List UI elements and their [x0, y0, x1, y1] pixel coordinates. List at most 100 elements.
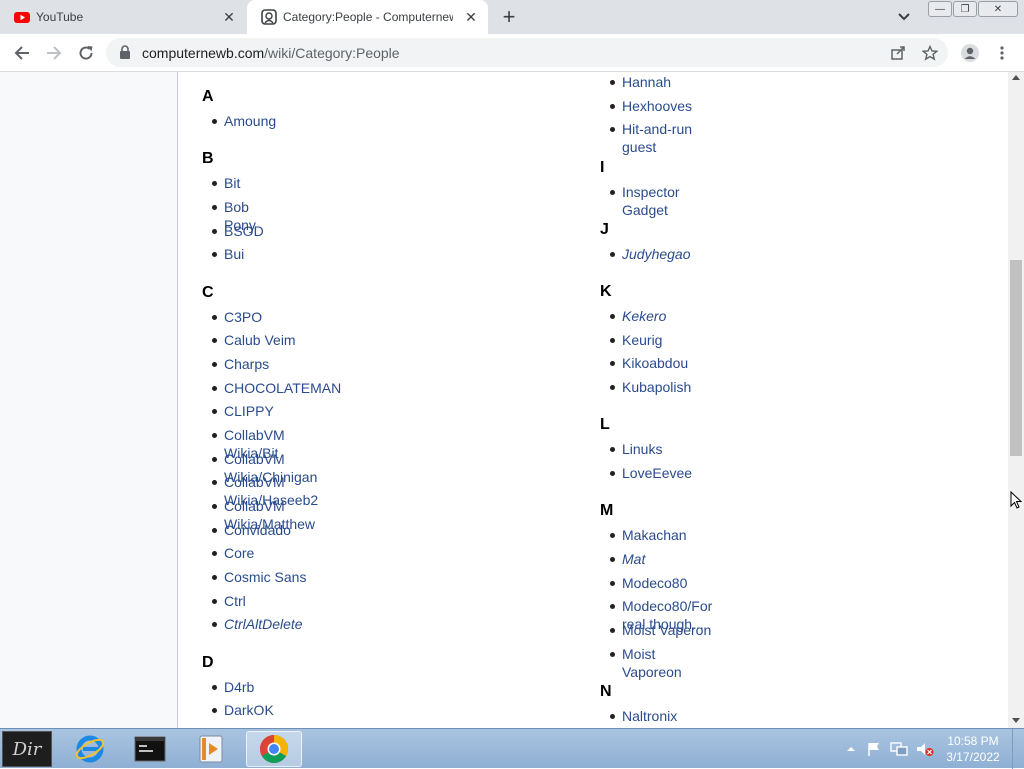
tab-close-icon[interactable]: ✕ [220, 8, 238, 26]
category-member-link[interactable]: Modeco80 [622, 575, 687, 591]
taskbar-media-player[interactable] [183, 731, 239, 767]
scroll-down-arrow-icon[interactable] [1012, 718, 1020, 723]
category-member-link[interactable]: Hit-and-run guest [622, 121, 692, 155]
youtube-icon [14, 12, 30, 23]
category-member-link[interactable]: CtrlAltDelete [224, 616, 303, 632]
new-tab-button[interactable]: + [497, 4, 521, 29]
category-member-link[interactable]: Kikoabdou [622, 355, 688, 371]
category-member-link[interactable]: DarkOK [224, 702, 274, 718]
back-button[interactable] [10, 41, 34, 65]
start-button[interactable]: Dir [2, 731, 52, 767]
restore-icon: ❐ [960, 3, 970, 15]
close-window-button[interactable]: ✕ [978, 1, 1018, 17]
category-letter-heading: D [202, 653, 214, 671]
category-member-link[interactable]: BSOD [224, 223, 264, 239]
category-member-link[interactable]: Hexhooves [622, 98, 692, 114]
category-member-link[interactable]: Judyhegao [622, 246, 691, 262]
forward-button[interactable] [42, 41, 66, 65]
category-member-link[interactable]: Bit [224, 175, 240, 191]
category-member-link[interactable]: Mat [622, 551, 645, 567]
minimize-icon: — [935, 3, 945, 15]
category-member-link[interactable]: Convidado [224, 522, 291, 538]
category-letter-heading: I [600, 158, 605, 176]
chrome-icon [260, 735, 288, 763]
menu-button[interactable] [990, 41, 1014, 65]
show-hidden-icons-icon[interactable] [846, 744, 856, 754]
taskbar-internet-explorer[interactable] [62, 731, 118, 767]
category-member-link[interactable]: Charps [224, 356, 269, 372]
lock-icon[interactable] [118, 45, 132, 60]
category-member-link[interactable]: Kubapolish [622, 379, 691, 395]
taskbar-terminal[interactable] [122, 731, 178, 767]
list-item: CHOCOLATEMAN [202, 379, 341, 403]
category-member-link[interactable]: Cosmic Sans [224, 569, 306, 585]
list-item: BSOD [202, 222, 264, 246]
computernewb-icon [261, 9, 277, 25]
reload-button[interactable] [74, 41, 98, 65]
list-item: CollabVM Wikia/Chinigan [202, 450, 341, 485]
category-member-link[interactable]: Calub Veim [224, 332, 296, 348]
category-list: Linuks LoveEevee [600, 440, 692, 487]
category-member-link[interactable]: D4rb [224, 679, 254, 695]
category-member-link[interactable]: CHOCOLATEMAN [224, 380, 341, 396]
tab-strip: YouTube ✕ Category:People - Computernewb… [0, 0, 1024, 34]
scroll-thumb[interactable] [1010, 260, 1022, 456]
list-item: CLIPPY [202, 402, 341, 426]
category-list: C3PO Calub Veim Charps CHOCOLATEMAN CLIPPY Co… [202, 308, 341, 640]
category-list: Judyhegao [600, 245, 691, 269]
taskbar-chrome[interactable] [246, 731, 302, 767]
category-member-link[interactable]: Makachan [622, 527, 687, 543]
tab-youtube[interactable]: YouTube ✕ [0, 0, 246, 34]
category-group: K Kekero Keurig Kikoabdou Kubapolish [600, 282, 691, 402]
category-member-link[interactable]: Hannah [622, 74, 671, 90]
address-bar[interactable]: computernewb.com/wiki/Category:People [106, 38, 948, 67]
kebab-menu-icon [1000, 46, 1004, 60]
list-item: LoveEevee [600, 464, 692, 488]
tab-category-people[interactable]: Category:People - Computernewb ✕ [247, 0, 488, 34]
list-item: Linuks [600, 440, 692, 464]
tab-title: Category:People - Computernewb [283, 10, 453, 24]
category-list: Hannah Hexhooves Hit-and-run guest [600, 73, 692, 155]
list-item: Charps [202, 355, 341, 379]
tab-close-icon[interactable]: ✕ [462, 8, 480, 26]
category-member-link[interactable]: LoveEevee [622, 465, 692, 481]
category-member-link[interactable]: Core [224, 545, 254, 561]
category-member-link[interactable]: Moist Vaperon [622, 622, 711, 638]
page-scrollbar[interactable] [1008, 72, 1024, 728]
restore-button[interactable]: ❐ [953, 1, 977, 17]
action-center-flag-icon[interactable] [866, 741, 882, 757]
profile-button[interactable] [958, 41, 982, 65]
category-member-link[interactable]: Linuks [622, 441, 662, 457]
category-letter-heading: A [202, 88, 214, 105]
network-icon[interactable] [890, 741, 908, 757]
chevron-down-icon[interactable] [894, 8, 914, 26]
avatar-icon [961, 44, 979, 62]
category-member-link[interactable]: Keurig [622, 332, 662, 348]
category-list: Amoung [202, 112, 276, 136]
list-item: Ctrl [202, 592, 341, 616]
minimize-button[interactable]: — [928, 1, 952, 17]
category-member-link[interactable]: Moist Vaporeon [622, 646, 682, 680]
volume-muted-icon[interactable] [916, 741, 934, 757]
category-letter-heading: N [600, 682, 612, 700]
list-item: Kubapolish [600, 378, 691, 402]
list-item: CollabVM Wikia/Haseeb2 [202, 473, 341, 508]
category-member-link[interactable]: CLIPPY [224, 403, 274, 419]
category-member-link[interactable]: Naltronix [622, 708, 677, 724]
show-desktop-button[interactable] [1012, 729, 1024, 769]
category-member-link[interactable]: Kekero [622, 308, 666, 324]
scroll-up-arrow-icon[interactable] [1012, 75, 1020, 80]
category-group: J Judyhegao [600, 220, 691, 269]
bookmark-star-icon[interactable] [921, 44, 939, 62]
share-icon[interactable] [889, 44, 907, 62]
category-list: D4rb DarkOK [202, 678, 274, 725]
list-item: Modeco80 [600, 574, 712, 598]
category-member-link[interactable]: Bui [224, 246, 244, 262]
category-member-link[interactable]: Ctrl [224, 593, 246, 609]
list-item: Convidado [202, 521, 341, 545]
taskbar-clock[interactable]: 10:58 PM 3/17/2022 [940, 733, 1006, 765]
internet-explorer-icon [75, 735, 105, 763]
category-member-link[interactable]: C3PO [224, 309, 262, 325]
category-member-link[interactable]: Amoung [224, 113, 276, 129]
category-member-link[interactable]: Inspector Gadget [622, 184, 680, 218]
